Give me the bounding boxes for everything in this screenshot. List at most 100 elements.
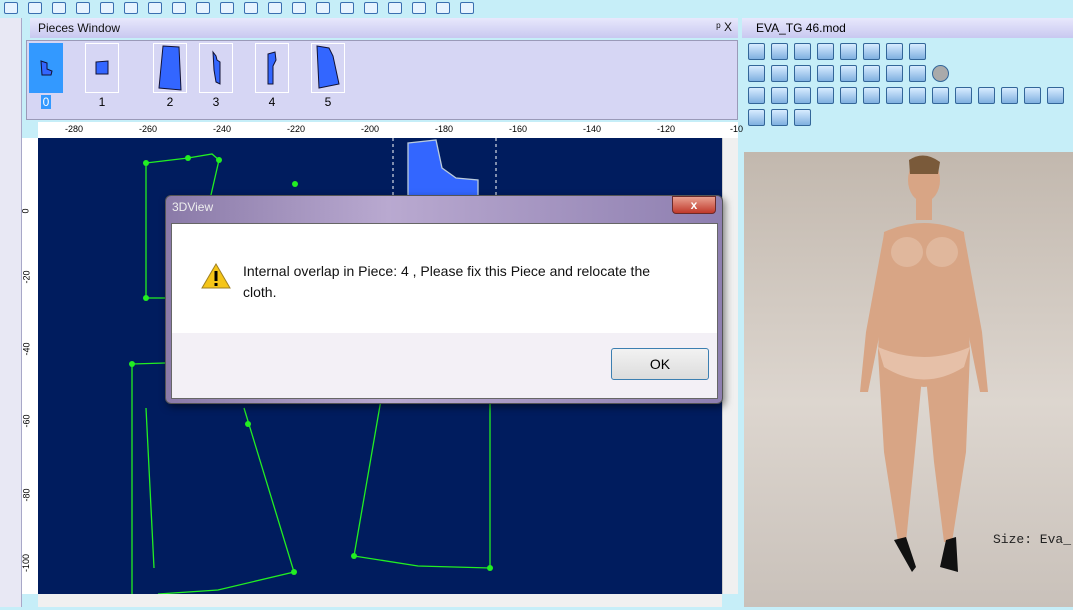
ruler-tick: -140 xyxy=(583,124,602,134)
cube-arrow-icon[interactable] xyxy=(1047,86,1064,104)
canvas-horizontal-scrollbar[interactable] xyxy=(38,594,722,607)
piece-thumb-1[interactable] xyxy=(85,43,119,93)
cube-grid-icon[interactable] xyxy=(909,86,926,104)
ruler-tick: -200 xyxy=(361,124,380,134)
main-toolbar xyxy=(0,0,740,16)
toolbar-icon[interactable] xyxy=(268,2,282,14)
toolbar-icon[interactable] xyxy=(460,2,474,14)
green-grid-icon[interactable] xyxy=(771,108,788,126)
ruler-tick: -20 xyxy=(21,270,32,284)
ok-button[interactable]: OK xyxy=(611,348,709,380)
alert-dialog: 3DView x Internal overlap in Piece: 4 , … xyxy=(165,195,723,404)
toolbar-icon[interactable] xyxy=(340,2,354,14)
model-window-title: EVA_TG 46.mod xyxy=(742,18,1073,38)
mirror-icon[interactable] xyxy=(771,86,788,104)
select-cylinder-icon[interactable] xyxy=(863,42,880,60)
toolbar-icon[interactable] xyxy=(292,2,306,14)
piece-label: 5 xyxy=(324,95,332,109)
display-icon[interactable] xyxy=(863,64,880,82)
delete-select-icon[interactable] xyxy=(886,42,903,60)
paint-icon[interactable] xyxy=(863,86,880,104)
ruler-tick: 0 xyxy=(20,208,31,214)
piece-label: 4 xyxy=(268,95,276,109)
rotate-cube-icon[interactable] xyxy=(932,86,949,104)
ruler-tick: -40 xyxy=(21,342,32,356)
play-icon[interactable] xyxy=(817,42,834,60)
select-icon[interactable] xyxy=(840,86,857,104)
piece-thumb-0[interactable] xyxy=(29,43,63,93)
toolbar-icon[interactable] xyxy=(220,2,234,14)
piece-label: 2 xyxy=(166,95,174,109)
warning-icon xyxy=(201,263,231,289)
toolbar-icon[interactable] xyxy=(148,2,162,14)
ruler-tick: -180 xyxy=(435,124,454,134)
pattern-piece-outline xyxy=(157,407,295,594)
remove-cloth-icon[interactable] xyxy=(771,42,788,60)
toolbar-icon[interactable] xyxy=(436,2,450,14)
left-panel xyxy=(0,18,22,607)
piece-label: 1 xyxy=(98,95,106,109)
user-tools-icon[interactable] xyxy=(840,64,857,82)
box-arrow-icon[interactable] xyxy=(1001,86,1018,104)
toolbar-icon[interactable] xyxy=(124,2,138,14)
toolbar-icon[interactable] xyxy=(388,2,402,14)
toolbar-icon[interactable] xyxy=(412,2,426,14)
scale-icon[interactable] xyxy=(817,86,834,104)
toolbar-icon[interactable] xyxy=(364,2,378,14)
canvas-vertical-scrollbar[interactable] xyxy=(722,138,738,594)
toolbar-icon[interactable] xyxy=(316,2,330,14)
piece-thumb-3[interactable] xyxy=(199,43,233,93)
toolbar-icon[interactable] xyxy=(172,2,186,14)
3d-view[interactable]: Size: Eva_ xyxy=(744,152,1073,607)
sphere-icon[interactable] xyxy=(932,64,949,82)
dialog-message: Internal overlap in Piece: 4 , Please fi… xyxy=(243,263,651,300)
model-window-title-text: EVA_TG 46.mod xyxy=(756,21,846,35)
piece-thumb-2[interactable] xyxy=(153,43,187,93)
grid-icon[interactable] xyxy=(794,86,811,104)
dialog-body: Internal overlap in Piece: 4 , Please fi… xyxy=(171,223,718,399)
ruler-tick: -100 xyxy=(21,553,32,573)
tools-icon[interactable] xyxy=(886,86,903,104)
piece-thumb-4[interactable] xyxy=(255,43,289,93)
cylinder-icon[interactable] xyxy=(840,42,857,60)
toolbar-icon[interactable] xyxy=(28,2,42,14)
size-label: Size: Eva_ xyxy=(992,532,1071,547)
dotted-grid-icon[interactable] xyxy=(748,108,765,126)
ruler-tick: -160 xyxy=(509,124,528,134)
ruler-tick: -280 xyxy=(65,124,84,134)
ruler-tick: -120 xyxy=(657,124,676,134)
ruler-horizontal: -280 -260 -240 -220 -200 -180 -160 -140 … xyxy=(38,122,743,138)
toolbar-icon[interactable] xyxy=(196,2,210,14)
toolbar-icon[interactable] xyxy=(52,2,66,14)
brush-icon[interactable] xyxy=(817,64,834,82)
pieces-strip: 0 1 2 3 4 5 xyxy=(26,40,738,120)
pattern-piece-outline xyxy=(353,387,491,569)
avatar-icon[interactable] xyxy=(794,42,811,60)
piece-label: 0 xyxy=(40,95,52,109)
recycle-icon[interactable] xyxy=(748,42,765,60)
axes-icon[interactable] xyxy=(748,64,765,82)
piece-thumb-5[interactable] xyxy=(311,43,345,93)
seam-icon[interactable] xyxy=(748,86,765,104)
pin-close-controls[interactable]: ᵖ X xyxy=(716,20,732,34)
view-icon[interactable] xyxy=(771,64,788,82)
mesh-icon[interactable] xyxy=(794,108,811,126)
texture-export-icon[interactable] xyxy=(909,42,926,60)
ruler-tick: -260 xyxy=(139,124,158,134)
text-icon[interactable] xyxy=(794,64,811,82)
toolbar-icon[interactable] xyxy=(4,2,18,14)
toolbar-icon[interactable] xyxy=(76,2,90,14)
pieces-window-title: Pieces Window ᵖ X xyxy=(30,18,738,38)
cube-arrow-icon[interactable] xyxy=(1024,86,1041,104)
toolbar-icon[interactable] xyxy=(244,2,258,14)
model-toolbars xyxy=(742,40,1073,144)
selected-piece xyxy=(407,139,479,199)
user-settings-icon[interactable] xyxy=(909,64,926,82)
piece-label: 3 xyxy=(212,95,220,109)
dialog-close-button[interactable]: x xyxy=(672,196,716,214)
ruler-tick: -60 xyxy=(21,414,32,428)
folder-user-icon[interactable] xyxy=(886,64,903,82)
toolbar-icon[interactable] xyxy=(100,2,114,14)
cylinder-arrow-icon[interactable] xyxy=(955,86,972,104)
box-arrow-icon[interactable] xyxy=(978,86,995,104)
